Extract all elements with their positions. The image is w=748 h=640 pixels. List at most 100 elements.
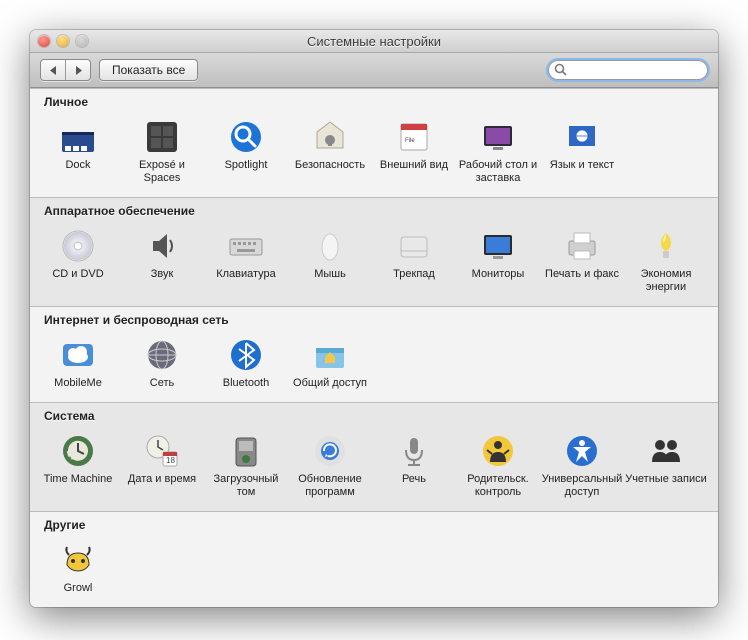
- pref-label: Учетные записи: [625, 473, 707, 486]
- show-all-button[interactable]: Показать все: [99, 59, 198, 81]
- search-field-wrap: [548, 60, 708, 80]
- pref-energy[interactable]: Экономия энергии: [624, 222, 708, 298]
- pref-label: Универсальный доступ: [541, 473, 623, 499]
- print-icon: [562, 226, 602, 266]
- pref-label: Трекпад: [373, 268, 455, 281]
- svg-text:File: File: [405, 138, 415, 144]
- pref-label: Мышь: [289, 268, 371, 281]
- pref-label: Речь: [373, 473, 455, 486]
- cddvd-icon: [58, 226, 98, 266]
- accessibility-icon: [562, 431, 602, 471]
- pref-security[interactable]: Безопасность: [288, 113, 372, 189]
- grid-other: Growl: [30, 534, 718, 607]
- mobileme-icon: [58, 335, 98, 375]
- speech-icon: [394, 431, 434, 471]
- pref-displays[interactable]: Мониторы: [456, 222, 540, 298]
- sound-icon: [142, 226, 182, 266]
- pref-label: Звук: [121, 268, 203, 281]
- pref-trackpad[interactable]: Трекпад: [372, 222, 456, 298]
- pref-growl[interactable]: Growl: [36, 536, 120, 599]
- bluetooth-icon: [226, 335, 266, 375]
- minimize-button[interactable]: [57, 35, 69, 47]
- pref-appearance[interactable]: File Внешний вид: [372, 113, 456, 189]
- section-internet: Интернет и беспроводная сеть MobileMe Се…: [30, 306, 718, 402]
- section-title: Система: [30, 403, 718, 425]
- window-title: Системные настройки: [30, 34, 718, 49]
- forward-button[interactable]: [65, 60, 90, 80]
- dock-icon: [58, 117, 98, 157]
- pref-label: Язык и текст: [541, 159, 623, 172]
- pref-print[interactable]: Печать и факс: [540, 222, 624, 298]
- pref-label: Spotlight: [205, 159, 287, 172]
- startup-icon: [226, 431, 266, 471]
- traffic-lights: [30, 35, 88, 47]
- pref-label: Рабочий стол и заставка: [457, 159, 539, 185]
- pref-sharing[interactable]: Общий доступ: [288, 331, 372, 394]
- pref-label: Exposé и Spaces: [121, 159, 203, 185]
- appearance-icon: File: [394, 117, 434, 157]
- pref-update[interactable]: Обновление программ: [288, 427, 372, 503]
- displays-icon: [478, 226, 518, 266]
- update-icon: [310, 431, 350, 471]
- back-button[interactable]: [41, 60, 65, 80]
- section-hardware: Аппаратное обеспечение CD и DVD Звук Кла…: [30, 197, 718, 306]
- pref-label: Загрузочный том: [205, 473, 287, 499]
- pref-timemachine[interactable]: Time Machine: [36, 427, 120, 503]
- pref-cddvd[interactable]: CD и DVD: [36, 222, 120, 298]
- pref-expose[interactable]: Exposé и Spaces: [120, 113, 204, 189]
- growl-icon: [58, 540, 98, 580]
- pref-dock[interactable]: Dock: [36, 113, 120, 189]
- pref-accounts[interactable]: Учетные записи: [624, 427, 708, 503]
- pref-label: Bluetooth: [205, 377, 287, 390]
- zoom-button[interactable]: [76, 35, 88, 47]
- pref-language[interactable]: Язык и текст: [540, 113, 624, 189]
- pref-label: Дата и время: [121, 473, 203, 486]
- expose-icon: [142, 117, 182, 157]
- pref-label: Клавиатура: [205, 268, 287, 281]
- pref-sound[interactable]: Звук: [120, 222, 204, 298]
- datetime-icon: 18: [142, 431, 182, 471]
- pref-keyboard[interactable]: Клавиатура: [204, 222, 288, 298]
- pref-label: Экономия энергии: [625, 268, 707, 294]
- section-title: Личное: [30, 89, 718, 111]
- titlebar[interactable]: Системные настройки: [30, 30, 718, 53]
- section-title: Аппаратное обеспечение: [30, 198, 718, 220]
- pref-parental[interactable]: Родительск. контроль: [456, 427, 540, 503]
- pref-mobileme[interactable]: MobileMe: [36, 331, 120, 394]
- trackpad-icon: [394, 226, 434, 266]
- pref-speech[interactable]: Речь: [372, 427, 456, 503]
- pref-label: Dock: [37, 159, 119, 172]
- section-title: Другие: [30, 512, 718, 534]
- energy-icon: [646, 226, 686, 266]
- parental-icon: [478, 431, 518, 471]
- pref-network[interactable]: Сеть: [120, 331, 204, 394]
- pref-label: Growl: [37, 582, 119, 595]
- pref-spotlight[interactable]: Spotlight: [204, 113, 288, 189]
- system-preferences-window: Системные настройки Показать все Личное: [30, 30, 718, 607]
- search-icon: [554, 63, 567, 76]
- pref-bluetooth[interactable]: Bluetooth: [204, 331, 288, 394]
- pref-startup[interactable]: Загрузочный том: [204, 427, 288, 503]
- close-button[interactable]: [38, 35, 50, 47]
- search-input[interactable]: [548, 60, 708, 80]
- pref-label: Общий доступ: [289, 377, 371, 390]
- language-icon: [562, 117, 602, 157]
- section-other: Другие Growl: [30, 511, 718, 607]
- pref-mouse[interactable]: Мышь: [288, 222, 372, 298]
- forward-icon: [74, 66, 83, 75]
- timemachine-icon: [58, 431, 98, 471]
- sharing-icon: [310, 335, 350, 375]
- grid-hardware: CD и DVD Звук Клавиатура Мышь: [30, 220, 718, 306]
- toolbar: Показать все: [30, 53, 718, 88]
- desktop-icon: [478, 117, 518, 157]
- grid-system: Time Machine 18 Дата и время Загрузочный…: [30, 425, 718, 511]
- pref-label: MobileMe: [37, 377, 119, 390]
- pref-datetime[interactable]: 18 Дата и время: [120, 427, 204, 503]
- pref-label: Внешний вид: [373, 159, 455, 172]
- pref-accessibility[interactable]: Универсальный доступ: [540, 427, 624, 503]
- pref-label: Мониторы: [457, 268, 539, 281]
- svg-text:18: 18: [166, 456, 175, 465]
- pref-label: Безопасность: [289, 159, 371, 172]
- pref-desktop[interactable]: Рабочий стол и заставка: [456, 113, 540, 189]
- network-icon: [142, 335, 182, 375]
